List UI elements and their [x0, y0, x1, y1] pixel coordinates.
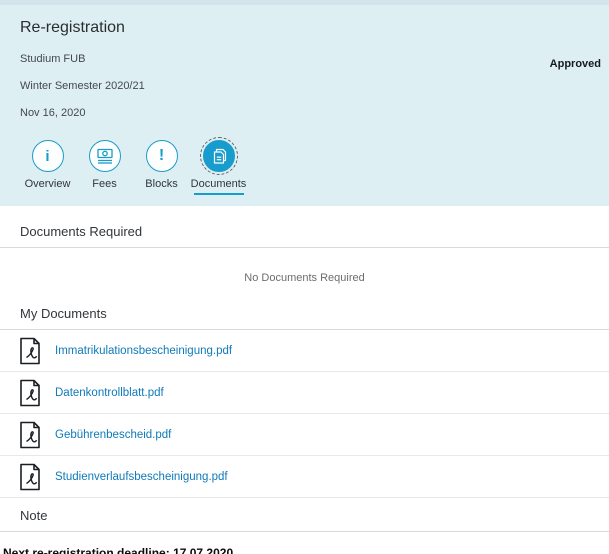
- note-header: Note: [0, 498, 609, 532]
- documents-required-header: Documents Required: [0, 214, 609, 248]
- pdf-icon: [18, 337, 42, 365]
- tab-fees-label: Fees: [92, 178, 116, 190]
- money-bill-icon: [89, 140, 121, 172]
- info-glyph: i: [45, 148, 49, 165]
- date-label: Nov 16, 2020: [20, 100, 609, 127]
- tab-overview[interactable]: i Overview: [19, 140, 76, 200]
- tab-overview-label: Overview: [25, 178, 71, 190]
- my-documents-list: Immatrikulationsbescheinigung.pdf Datenk…: [0, 330, 609, 498]
- documents-icon: [203, 140, 235, 172]
- document-link[interactable]: Immatrikulationsbescheinigung.pdf: [55, 345, 232, 357]
- content-area: Documents Required No Documents Required…: [0, 214, 609, 554]
- my-documents-header: My Documents: [0, 296, 609, 330]
- semester-label: Winter Semester 2020/21: [20, 73, 609, 100]
- deadline-text: Next re-registration deadline: 17.07.202…: [0, 532, 609, 554]
- info-icon: i: [32, 140, 64, 172]
- deadline-value: 17.07.2020: [173, 546, 233, 554]
- page-title: Re-registration: [0, 5, 609, 37]
- pdf-icon: [18, 421, 42, 449]
- page-header: Re-registration Studium FUB Winter Semes…: [0, 0, 609, 206]
- program-label: Studium FUB: [20, 46, 609, 73]
- tab-blocks-label: Blocks: [145, 178, 177, 190]
- document-link[interactable]: Studienverlaufsbescheinigung.pdf: [55, 471, 228, 483]
- document-row: Gebührenbescheid.pdf: [0, 414, 609, 456]
- document-link[interactable]: Datenkontrollblatt.pdf: [55, 387, 164, 399]
- alert-icon: !: [146, 140, 178, 172]
- tab-documents-label: Documents: [191, 178, 247, 190]
- no-documents-message: No Documents Required: [0, 248, 609, 284]
- document-row: Studienverlaufsbescheinigung.pdf: [0, 456, 609, 498]
- document-link[interactable]: Gebührenbescheid.pdf: [55, 429, 171, 441]
- tab-fees[interactable]: Fees: [76, 140, 133, 200]
- re-registration-page: Re-registration Studium FUB Winter Semes…: [0, 0, 609, 554]
- pdf-icon: [18, 379, 42, 407]
- document-row: Datenkontrollblatt.pdf: [0, 372, 609, 414]
- deadline-label: Next re-registration deadline:: [3, 546, 170, 554]
- pdf-icon: [18, 463, 42, 491]
- alert-glyph: !: [159, 147, 164, 165]
- status-badge: Approved: [550, 58, 601, 70]
- tab-documents[interactable]: Documents: [190, 140, 247, 200]
- header-fields: Studium FUB Winter Semester 2020/21 Nov …: [0, 46, 609, 127]
- document-row: Immatrikulationsbescheinigung.pdf: [0, 330, 609, 372]
- icon-tab-bar: i Overview Fees !: [0, 140, 609, 200]
- tab-blocks[interactable]: ! Blocks: [133, 140, 190, 200]
